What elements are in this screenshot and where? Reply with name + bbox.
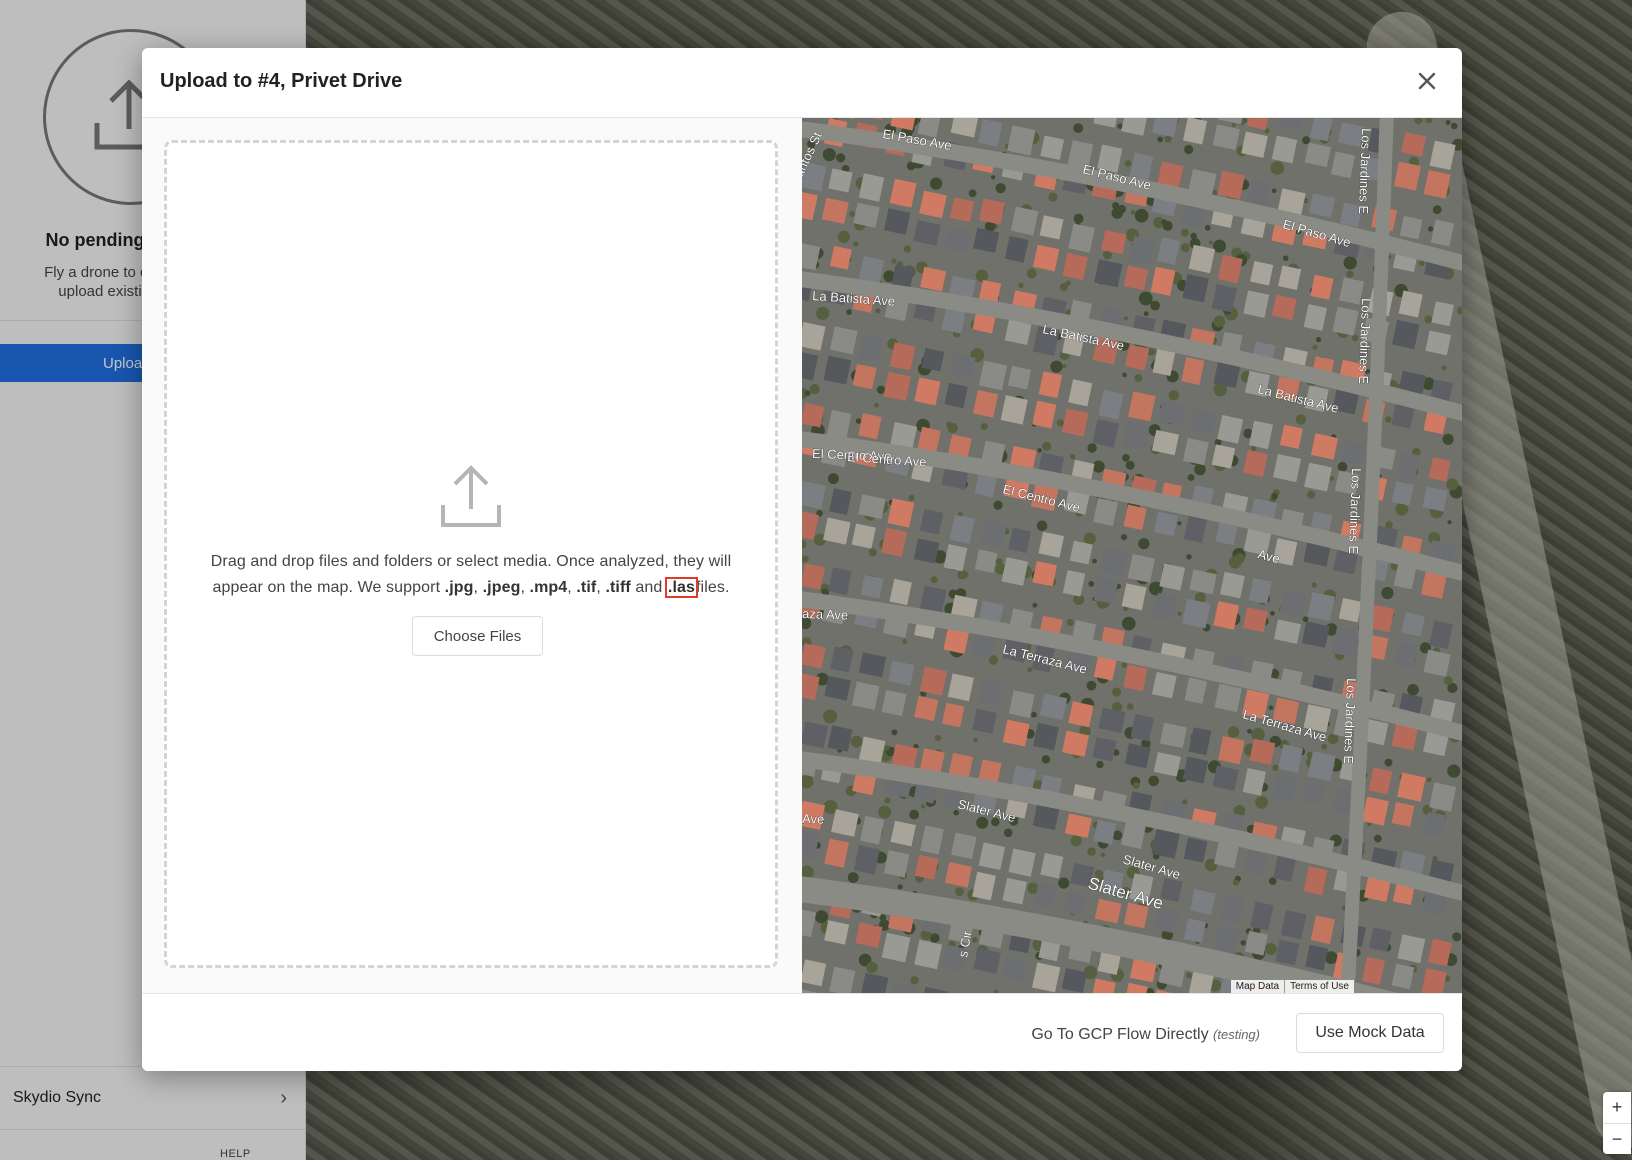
street-label: Los Jardines E xyxy=(1346,468,1364,555)
aerial-map-canvas: El Paso AveEl Paso AveEl Paso AveLa Bati… xyxy=(802,118,1462,993)
zoom-controls: + − xyxy=(1603,1092,1631,1154)
street-label: Los Jardines E xyxy=(1356,298,1374,385)
aerial-map[interactable]: El Paso Ave El Paso Ave El Paso Ave La Bati… xyxy=(802,118,1462,993)
street-label: Los Jardines E xyxy=(1356,128,1374,215)
upload-modal: Upload to #4, Privet Drive Drag and drop… xyxy=(142,48,1462,1071)
use-mock-data-button[interactable]: Use Mock Data xyxy=(1296,1013,1444,1053)
modal-footer: Go To GCP Flow Directly (testing) Use Mo… xyxy=(142,993,1462,1071)
modal-title: Upload to #4, Privet Drive xyxy=(160,70,403,92)
format-tiff: .tiff xyxy=(605,579,631,596)
gcp-flow-note: (testing) xyxy=(1213,1027,1260,1042)
gcp-flow-label: Go To GCP Flow Directly xyxy=(1031,1026,1209,1043)
map-attribution: Map Data Terms of Use xyxy=(1230,980,1354,993)
format-jpg: .jpg xyxy=(444,579,474,596)
and-word: and xyxy=(635,579,663,596)
zoom-out-button[interactable]: − xyxy=(1603,1123,1631,1155)
terms-of-use-link[interactable]: Terms of Use xyxy=(1284,980,1354,993)
zoom-in-button[interactable]: + xyxy=(1603,1092,1631,1123)
street-label: aza Ave xyxy=(802,606,848,623)
dropzone-text-line1: Drag and drop files and folders or selec… xyxy=(210,553,732,570)
gcp-flow-link[interactable]: Go To GCP Flow Directly (testing) xyxy=(1031,1026,1260,1044)
dropzone-text-prefix: appear on the map. We support xyxy=(212,579,445,596)
format-las-highlighted: .las xyxy=(664,577,699,598)
format-tif: .tif xyxy=(576,579,597,596)
format-jpeg: .jpeg xyxy=(482,579,521,596)
format-mp4: .mp4 xyxy=(529,579,568,596)
upload-icon xyxy=(441,465,501,527)
street-label: Los Jardines E xyxy=(1341,678,1359,765)
upload-panel: Drag and drop files and folders or selec… xyxy=(142,118,802,993)
street-label: Ave xyxy=(802,811,825,827)
dropzone-suffix: files. xyxy=(696,579,730,596)
dropzone-instructions: Drag and drop files and folders or selec… xyxy=(210,553,732,598)
close-icon xyxy=(1418,72,1436,90)
choose-files-button[interactable]: Choose Files xyxy=(412,616,543,656)
modal-header: Upload to #4, Privet Drive xyxy=(142,48,1462,118)
map-data-link[interactable]: Map Data xyxy=(1231,980,1284,993)
file-dropzone[interactable]: Drag and drop files and folders or selec… xyxy=(164,140,778,968)
close-button[interactable] xyxy=(1412,66,1442,96)
